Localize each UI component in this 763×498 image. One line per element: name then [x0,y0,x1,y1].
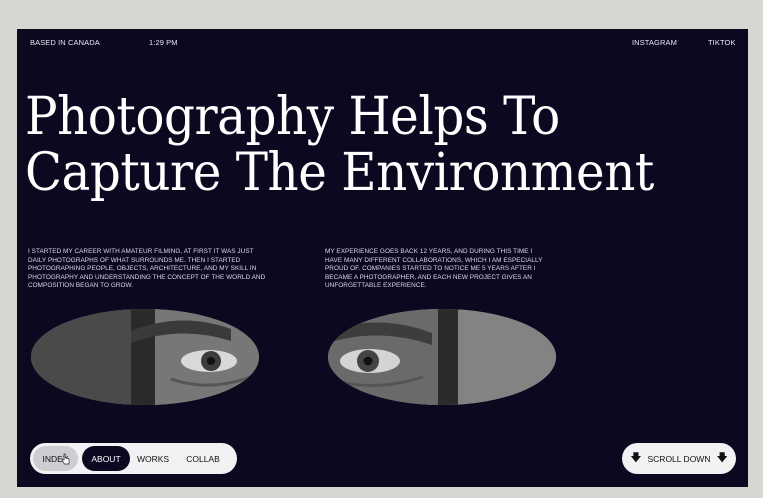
hero-heading: Photography Helps To Capture The Environ… [25,91,701,199]
nav-item-about[interactable]: ABOUT [82,446,130,471]
intro-paragraph-left: I STARTED MY CAREER WITH AMATEUR FILMING… [28,248,266,290]
top-bar: BASED IN CANADA 1:29 PM INSTAGRAM TIKTOK [30,38,737,50]
tiktok-link[interactable]: TIKTOK [708,38,736,47]
hero-line-2: Capture The Environment [25,143,654,203]
eye-photo-right [328,309,556,405]
hand-cursor-icon [61,453,70,465]
location-label: BASED IN CANADA [30,38,100,47]
arrow-down-icon: 🡇 [716,452,728,464]
time-label: 1:29 PM [149,38,178,47]
eye-photo-left [31,309,259,405]
arrow-down-icon: 🡇 [630,452,642,464]
main-nav: INDEX ABOUT WORKS COLLAB [30,443,237,474]
scroll-down-label: SCROLL DOWN [647,453,711,464]
eye-image-right [328,309,556,405]
nav-item-works[interactable]: WORKS [133,446,173,471]
scroll-down-button[interactable]: 🡇 SCROLL DOWN 🡇 [622,443,736,474]
nav-item-index[interactable]: INDEX [33,446,78,471]
intro-paragraph-right: MY EXPERIENCE GOES BACK 12 YEARS, AND DU… [325,248,543,290]
eye-image-left [31,309,259,405]
nav-item-collab[interactable]: COLLAB [176,446,230,471]
instagram-link[interactable]: INSTAGRAM [632,38,677,47]
page-frame: BASED IN CANADA 1:29 PM INSTAGRAM TIKTOK… [17,29,748,487]
hero-line-1: Photography Helps To [25,87,560,147]
